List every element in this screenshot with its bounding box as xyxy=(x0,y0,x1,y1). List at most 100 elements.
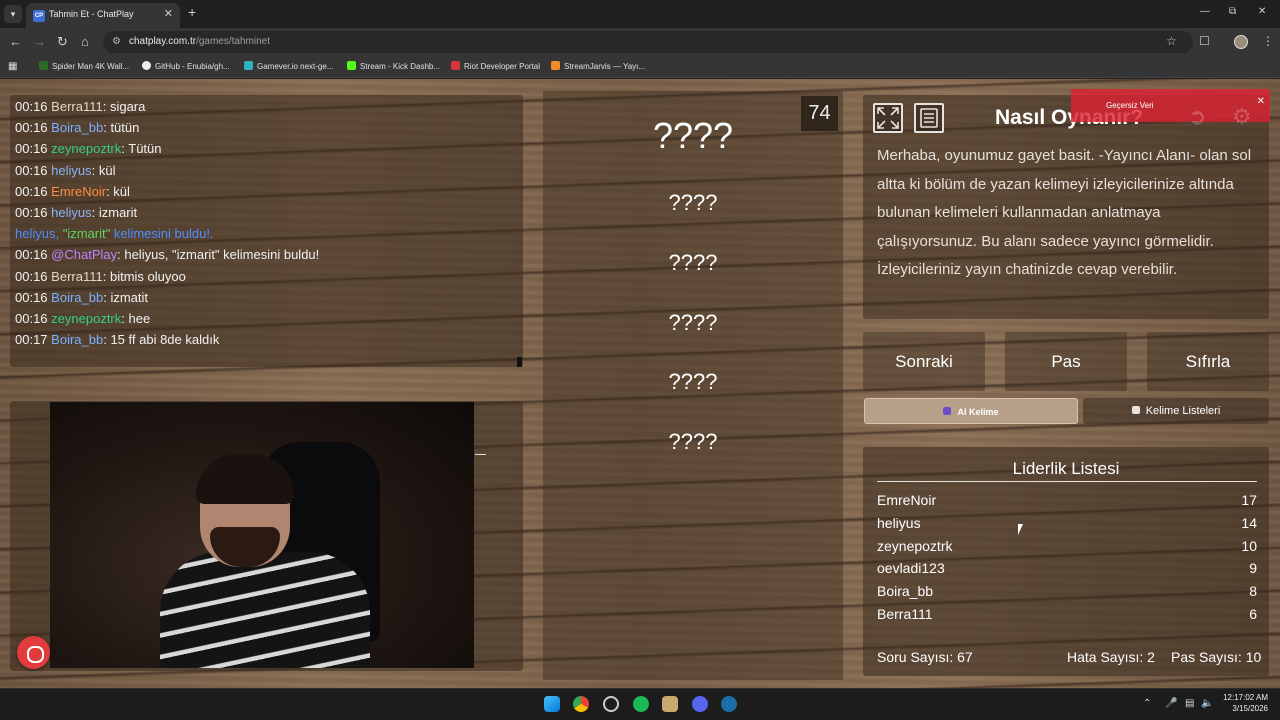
pass-count: Pas Sayısı: 10 xyxy=(1171,649,1262,665)
chat-username[interactable]: Boira_bb xyxy=(51,332,103,347)
browser-menu-icon[interactable]: ⋮ xyxy=(1262,34,1274,48)
forbidden-word-3: ???? xyxy=(668,310,718,335)
fullscreen-icon[interactable] xyxy=(873,103,903,133)
volume-icon[interactable]: 🔈 xyxy=(1201,698,1213,709)
window-close-icon[interactable]: ✕ xyxy=(1258,6,1266,17)
toast-close-icon[interactable]: ✕ xyxy=(1257,96,1265,107)
back-arrow-icon[interactable]: ← xyxy=(9,34,22,49)
tab-close-icon[interactable]: ✕ xyxy=(164,7,173,20)
system-clock[interactable]: 12:17:02 AM 3/15/2026 xyxy=(1222,692,1268,714)
tab-search-button[interactable]: ▾ xyxy=(4,5,22,23)
chat-message: 00:16 heliyus: izmarit xyxy=(15,205,137,220)
bookmark-kick[interactable]: Stream - Kick Dashb... xyxy=(347,61,440,71)
pass-button[interactable]: Pas xyxy=(1005,332,1127,391)
site-info-icon[interactable]: ⚙ xyxy=(112,36,121,47)
chat-username[interactable]: heliyus xyxy=(51,205,91,220)
leaderboard-title: Liderlik Listesi xyxy=(1012,459,1120,478)
chat-username[interactable]: heliyus xyxy=(51,163,91,178)
chat-scrollbar[interactable] xyxy=(517,357,522,367)
minimize-icon[interactable]: — xyxy=(1200,6,1210,17)
chat-message: 00:16 Boira_bb: tütün xyxy=(15,120,139,135)
chat-text: : hee xyxy=(121,311,151,326)
forward-arrow-icon[interactable]: → xyxy=(33,34,46,49)
leaderboard-divider xyxy=(877,481,1257,482)
browser-tab-active[interactable]: CP Tahmin Et - ChatPlay ✕ xyxy=(26,3,180,28)
chat-text: : heliyus, "izmarit" kelimesini buldu! xyxy=(117,247,320,263)
player-name: oevladi123 xyxy=(877,560,945,577)
chat-username[interactable]: Boira_bb xyxy=(51,290,103,305)
chat-time: 00:16 xyxy=(15,268,48,284)
settings-gear-icon[interactable]: ⚙ xyxy=(1232,104,1252,130)
bookmark-github[interactable]: GitHub - Enubia/gh... xyxy=(142,61,230,71)
bookmark-spiderman[interactable]: Spider Man 4K Wall... xyxy=(39,61,129,71)
chat-username[interactable]: Berra111 xyxy=(51,269,103,284)
ai-robot-icon xyxy=(943,407,952,415)
chat-text: : kül xyxy=(106,183,130,199)
chat-time: 00:16 xyxy=(15,99,48,114)
bookmark-label: GitHub - Enubia/gh... xyxy=(155,62,230,71)
bookmark-streamjarvis[interactable]: StreamJarvis — Yayı... xyxy=(551,61,645,71)
word-lists-button[interactable]: Kelime Listeleri xyxy=(1083,398,1269,424)
clock-time: 12:17:02 AM xyxy=(1223,693,1268,702)
address-url[interactable]: chatplay.com.tr/games/tahminet xyxy=(129,36,270,47)
toast-message: Geçersiz Veri xyxy=(1106,101,1154,110)
kick-icon xyxy=(347,61,356,70)
network-icon[interactable]: ▤ xyxy=(1185,698,1194,709)
player-score: 10 xyxy=(1241,537,1257,554)
sys-pre: heliyus, xyxy=(15,226,63,242)
chat-time: 00:16 xyxy=(15,247,48,263)
discord-icon[interactable] xyxy=(692,696,708,712)
chat-time: 00:16 xyxy=(15,311,48,326)
sys-post: kelimesini buldu!. xyxy=(110,226,214,242)
extensions-puzzle-icon[interactable]: ☐ xyxy=(1199,34,1210,48)
word-lists-label: Kelime Listeleri xyxy=(1145,405,1221,417)
home-icon[interactable]: ⌂ xyxy=(81,34,89,49)
chat-username[interactable]: Boira_bb xyxy=(51,120,103,135)
new-tab-plus-icon[interactable]: + xyxy=(188,4,196,20)
record-button[interactable] xyxy=(17,636,50,669)
chat-text: : sigara xyxy=(102,99,146,114)
chat-username[interactable]: Berra111 xyxy=(51,99,103,114)
windows-start-icon[interactable] xyxy=(544,696,560,712)
ai-word-button[interactable]: AI Kelime xyxy=(864,398,1078,424)
chat-system-message: heliyus, "izmarit" kelimesini buldu!. xyxy=(15,226,214,241)
url-host: chatplay.com.tr xyxy=(129,36,197,47)
player-score: 9 xyxy=(1249,560,1257,577)
url-path: /games/tahminet xyxy=(196,36,270,47)
reload-icon[interactable]: ↻ xyxy=(57,34,68,50)
spotify-icon[interactable] xyxy=(633,696,649,712)
chat-time: 00:16 xyxy=(15,120,48,136)
bookmark-gamever[interactable]: Gamever.io next-ge... xyxy=(244,61,333,71)
tray-chevron-icon[interactable]: ⌃ xyxy=(1143,698,1151,709)
obs-icon[interactable] xyxy=(603,696,619,712)
player-name: Boira_bb xyxy=(877,583,934,600)
restore-icon[interactable]: ⧉ xyxy=(1229,6,1236,17)
next-button[interactable]: Sonraki xyxy=(863,332,985,391)
reset-button[interactable]: Sıfırla xyxy=(1147,332,1269,391)
chat-username[interactable]: @ChatPlay xyxy=(51,247,117,262)
ai-word-label: AI Kelime xyxy=(957,407,999,417)
logout-icon[interactable]: ➲ xyxy=(1188,104,1206,130)
chat-message: 00:16 Berra111: bitmis oluyoo xyxy=(15,269,186,284)
chat-username[interactable]: zeynepoztrk xyxy=(51,141,121,156)
error-count: Hata Sayısı: 2 xyxy=(1067,649,1155,665)
forbidden-word-1: ???? xyxy=(668,190,718,215)
cam-divider xyxy=(475,454,486,455)
chrome-icon[interactable] xyxy=(573,696,589,712)
bookmark-star-icon[interactable]: ☆ xyxy=(1166,34,1177,48)
bookmark-label: StreamJarvis — Yayı... xyxy=(564,62,646,71)
chat-username[interactable]: zeynepoztrk xyxy=(51,311,121,326)
profile-avatar[interactable] xyxy=(1234,35,1248,49)
chat-text: : izmatit xyxy=(103,289,149,305)
microphone-icon[interactable]: 🎤 xyxy=(1165,698,1177,709)
chat-time: 00:16 xyxy=(15,289,48,305)
steam-icon[interactable] xyxy=(721,696,737,712)
apps-grid-icon[interactable]: ▦ xyxy=(8,61,17,72)
chat-username[interactable]: EmreNoir xyxy=(51,184,106,199)
chat-message: 00:16 Berra111: sigara xyxy=(15,99,145,114)
bookmark-riot[interactable]: Riot Developer Portal xyxy=(451,61,540,71)
chat-message: 00:16 @ChatPlay: heliyus, "izmarit" keli… xyxy=(15,247,319,262)
chat-time: 00:16 xyxy=(15,162,48,178)
league-icon[interactable] xyxy=(662,696,678,712)
document-icon[interactable] xyxy=(914,103,944,133)
